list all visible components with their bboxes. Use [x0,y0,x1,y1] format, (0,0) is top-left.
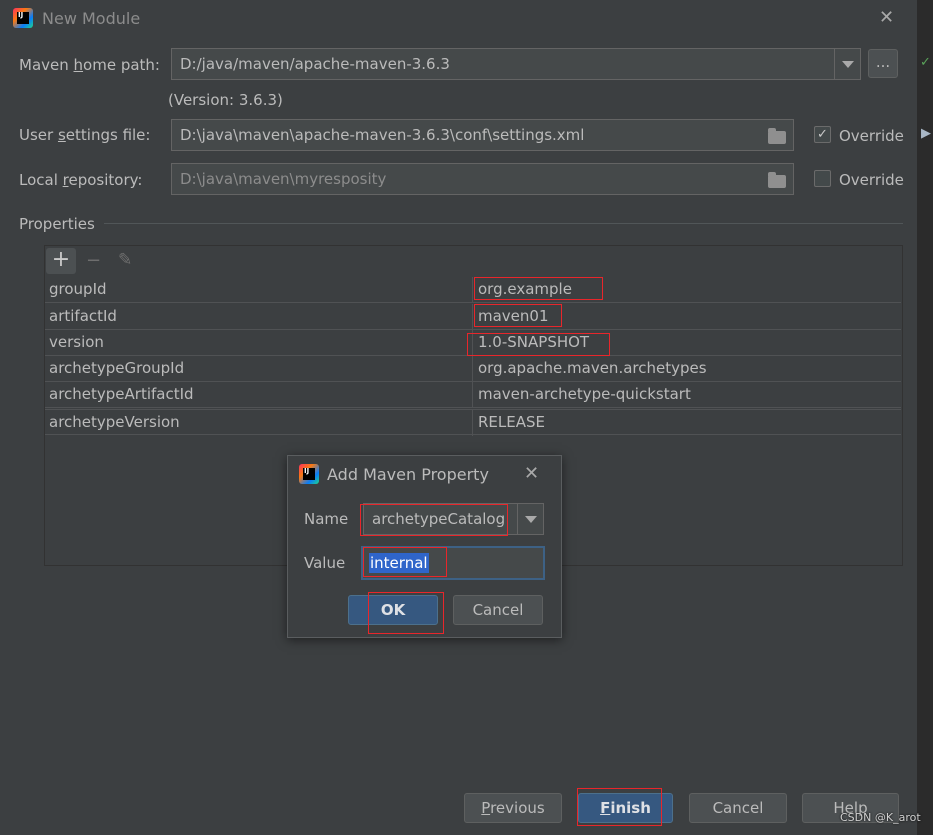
intellij-logo-icon: IJ [13,8,33,28]
run-icon: ✓ [920,55,931,70]
maven-version-note: (Version: 3.6.3) [168,91,283,109]
property-key: archetypeVersion [49,413,180,431]
column-divider [472,410,473,436]
column-divider [472,304,473,330]
background-ide-strip: ✓ ▶ [917,0,933,835]
property-key: archetypeGroupId [49,359,185,377]
add-maven-property-dialog: IJ Add Maven Property ✕ Name archetypeCa… [287,455,562,638]
maven-home-label: Maven home path: [19,56,160,74]
property-key: groupId [49,280,107,298]
section-divider [104,223,903,224]
edit-icon[interactable]: ✎ [118,250,132,270]
highlight-box [368,592,444,634]
user-settings-override-checkbox[interactable]: ✓ [814,126,831,143]
properties-header: Properties [19,215,95,233]
highlight-box [474,277,603,300]
property-value: RELEASE [478,413,545,431]
name-label: Name [304,510,349,528]
highlight-box [40,244,80,278]
property-value: org.apache.maven.archetypes [478,359,707,377]
browse-button[interactable]: ... [868,49,898,78]
user-settings-label: User settings file: [19,126,151,144]
highlight-box [577,788,662,826]
column-divider [472,356,473,382]
folder-icon[interactable] [768,128,786,144]
folder-icon[interactable] [768,172,786,188]
table-row[interactable]: archetypeArtifactId maven-archetype-quic… [45,382,901,408]
chevron-down-icon[interactable] [517,504,543,534]
user-settings-value: D:\java\maven\apache-maven-3.6.3\conf\se… [180,126,585,144]
highlight-box [467,333,610,356]
column-divider [472,277,473,303]
user-settings-field[interactable]: D:\java\maven\apache-maven-3.6.3\conf\se… [171,119,794,151]
cancel-button[interactable]: Cancel [689,793,787,823]
window-title: New Module [42,9,141,28]
cancel-button[interactable]: Cancel [453,595,543,625]
table-row[interactable]: archetypeGroupId org.apache.maven.archet… [45,356,901,382]
table-row[interactable]: archetypeVersion RELEASE [45,409,901,436]
highlight-box [363,547,447,577]
highlight-box [360,504,508,536]
user-settings-override-label: Override [839,127,904,145]
local-repo-field[interactable]: D:\java\maven\myresposity [171,163,794,195]
chevron-down-icon[interactable] [834,49,860,79]
property-key: archetypeArtifactId [49,385,194,403]
table-row[interactable]: artifactId maven01 [45,304,901,330]
previous-button[interactable]: Previous [464,793,562,823]
local-repo-value: D:\java\maven\myresposity [180,170,387,188]
property-value: maven-archetype-quickstart [478,385,691,403]
maven-home-combobox[interactable]: D:/java/maven/apache-maven-3.6.3 [171,48,861,80]
remove-icon[interactable]: − [86,250,101,271]
play-icon: ▶ [921,126,931,141]
value-label: Value [304,554,346,572]
close-icon[interactable]: ✕ [524,463,539,484]
local-repo-label: Local repository: [19,171,143,189]
property-key: artifactId [49,307,117,325]
local-repo-override-checkbox[interactable] [814,170,831,187]
watermark: CSDN @K_arot [840,811,921,824]
column-divider [472,382,473,408]
intellij-logo-icon: IJ [299,464,319,484]
dialog-title: Add Maven Property [327,465,489,484]
local-repo-override-label: Override [839,171,904,189]
title-bar: IJ New Module ✕ [0,0,917,38]
maven-home-value: D:/java/maven/apache-maven-3.6.3 [180,55,450,73]
highlight-box [474,304,562,327]
property-key: version [49,333,104,351]
table-row[interactable]: groupId org.example [45,277,901,303]
close-icon[interactable]: ✕ [879,7,894,28]
